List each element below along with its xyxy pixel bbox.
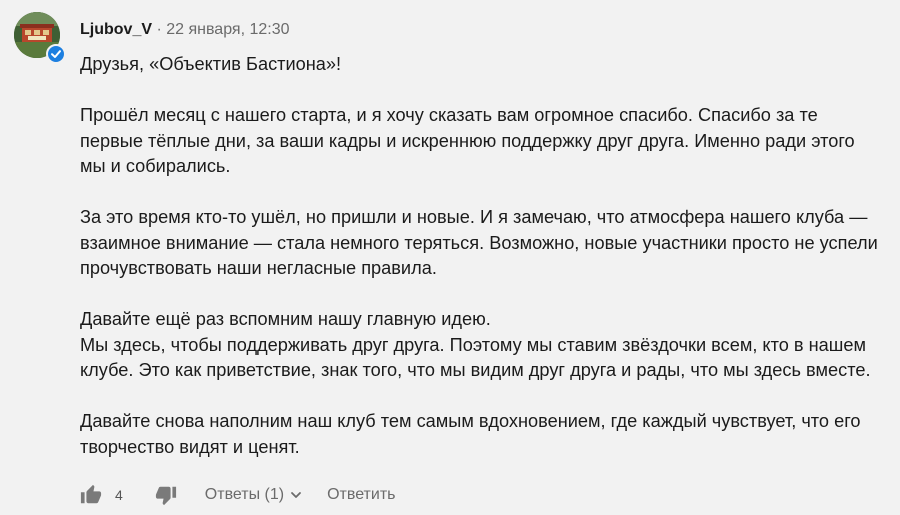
thumbs-up-icon [80,484,102,504]
check-badge-icon [51,50,61,58]
comment-paragraph: За это время кто-то ушёл, но пришли и но… [80,205,885,282]
replies-toggle[interactable]: Ответы (1) [205,486,302,504]
comment-body: Друзья, «Объектив Бастиона»! Прошёл меся… [80,52,885,460]
comment-paragraph: Давайте ещё раз вспомним нашу главную ид… [80,307,885,384]
comment-header: Ljubov_V · 22 января, 12:30 [80,20,290,40]
paragraph-line: Мы здесь, чтобы поддерживать друг друга.… [80,334,871,381]
dislike-button[interactable] [155,484,177,506]
author-name[interactable]: Ljubov_V [80,21,152,38]
reply-button[interactable]: Ответить [327,486,395,504]
chevron-down-icon [290,489,302,501]
like-button[interactable] [80,484,102,506]
thumbs-down-icon [155,486,176,506]
paragraph-line: За это время кто-то ушёл, но пришли и но… [80,207,878,278]
meta-separator: · [152,21,167,38]
replies-label: Ответы (1) [204,486,285,503]
comment: Ljubov_V · 22 января, 12:30 Друзья, «Объ… [0,0,900,515]
paragraph-line: Давайте снова наполним наш клуб тем самы… [80,411,861,457]
comment-paragraph: Прошёл месяц с нашего старта, и я хочу с… [80,103,885,180]
comment-paragraph: Друзья, «Объектив Бастиона»! [80,52,885,78]
paragraph-line: Прошёл месяц с нашего старта, и я хочу с… [80,105,855,176]
comment-paragraph: Давайте снова наполним наш клуб тем самы… [80,409,885,460]
comment-actions: 4 Ответы (1) Ответить [80,482,395,508]
comment-timestamp[interactable]: 22 января, 12:30 [166,21,289,38]
paragraph-line: Друзья, «Объектив Бастиона»! [80,54,342,74]
verified-badge [46,44,66,64]
paragraph-line: Давайте ещё раз вспомним нашу главную ид… [80,309,491,329]
like-count: 4 [115,487,123,503]
